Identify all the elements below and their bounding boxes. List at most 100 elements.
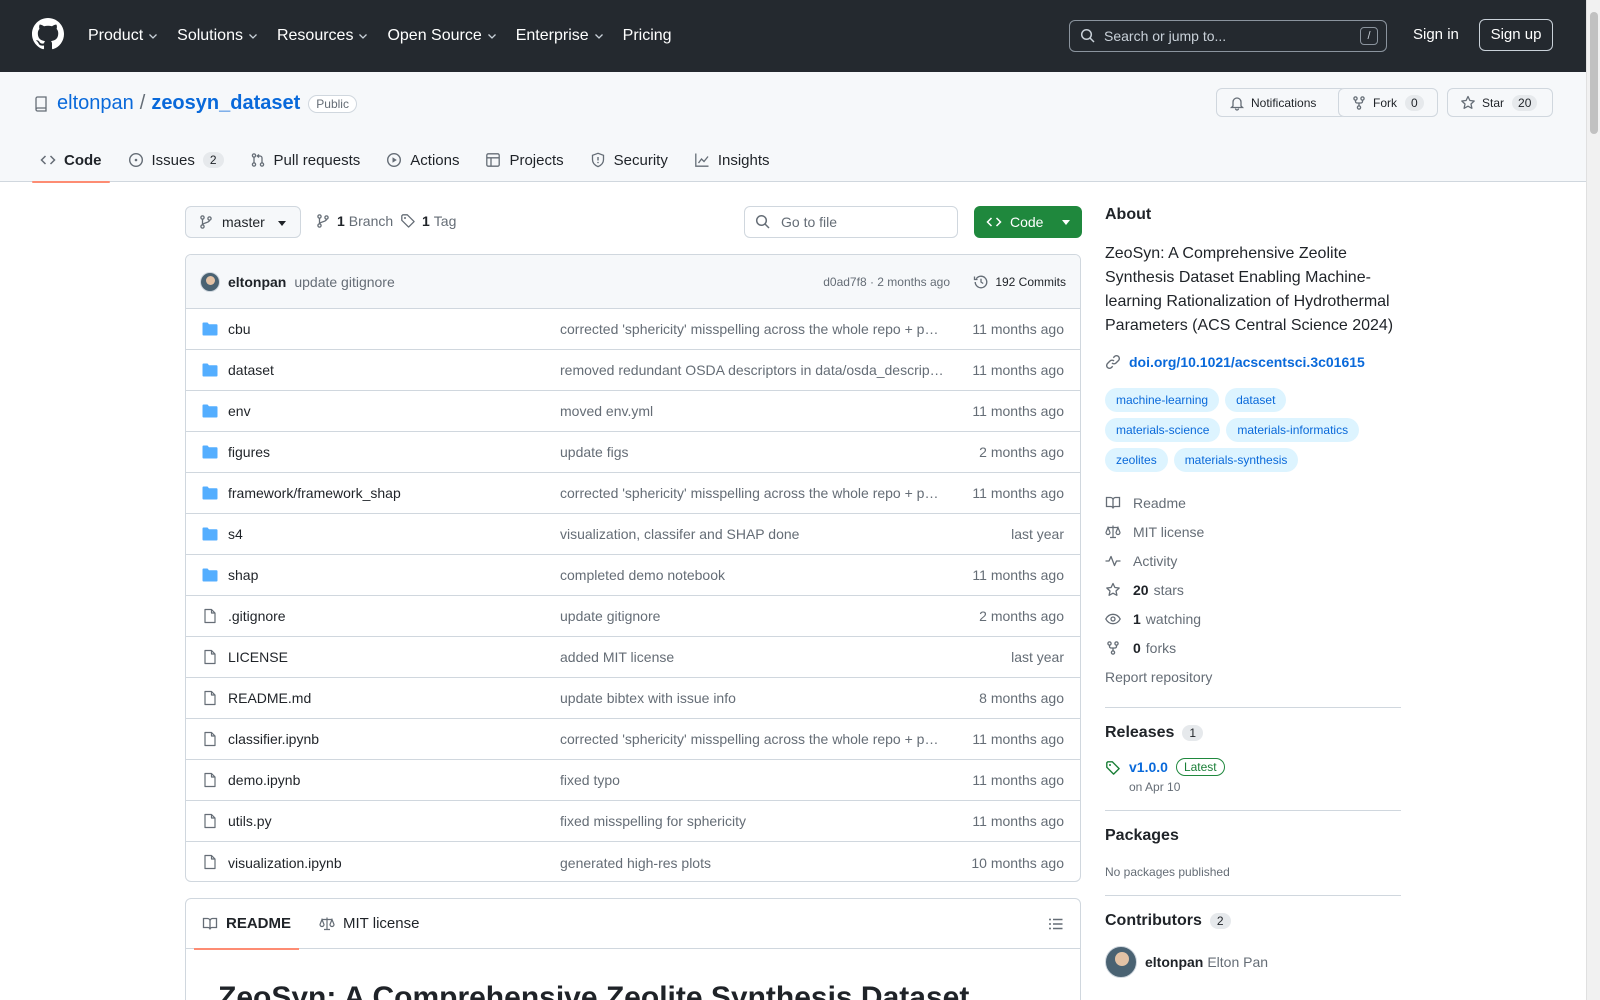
releases-header[interactable]: Releases 1: [1105, 724, 1401, 742]
tab-actions[interactable]: Actions: [378, 138, 467, 182]
file-name-link[interactable]: dataset: [228, 362, 274, 378]
branch-selector[interactable]: master: [185, 206, 301, 238]
file-icon: [204, 608, 216, 624]
code-dropdown-button[interactable]: Code: [974, 206, 1082, 238]
sidebar-link-mit-license[interactable]: MIT license: [1105, 517, 1401, 546]
file-name-link[interactable]: s4: [228, 526, 243, 542]
tab-security[interactable]: Security: [582, 138, 676, 182]
nav-open-source[interactable]: Open Source: [387, 27, 497, 45]
nav-label: Enterprise: [515, 27, 589, 44]
file-commit-message-link[interactable]: visualization, classifer and SHAP done: [560, 526, 945, 542]
file-commit-date: 11 months ago: [972, 813, 1064, 829]
repo-owner-link[interactable]: eltonpan: [57, 92, 134, 115]
tag-icon: [1106, 761, 1120, 775]
nav-resources[interactable]: Resources: [277, 27, 369, 45]
commit-author-link[interactable]: eltonpan: [228, 274, 286, 290]
file-name-link[interactable]: .gitignore: [228, 608, 286, 624]
file-commit-message-link[interactable]: completed demo notebook: [560, 567, 945, 583]
tab-projects[interactable]: Projects: [477, 138, 571, 182]
table-row: LICENSE added MIT license last year: [186, 637, 1080, 678]
file-commit-message-link[interactable]: corrected 'sphericity' misspelling acros…: [560, 321, 945, 337]
homepage-link[interactable]: doi.org/10.1021/acscentsci.3c01615: [1105, 354, 1401, 370]
topic-tag[interactable]: machine-learning: [1105, 388, 1220, 412]
commit-message-link[interactable]: update gitignore: [294, 274, 394, 290]
star-button[interactable]: Star 20: [1447, 88, 1553, 117]
file-rows: cbu corrected 'sphericity' misspelling ac…: [186, 309, 1080, 881]
file-commit-message-link[interactable]: update gitignore: [560, 608, 945, 624]
packages-title[interactable]: Packages: [1105, 827, 1401, 845]
tags-link[interactable]: 1 Tag: [400, 213, 456, 229]
file-name-link[interactable]: figures: [228, 444, 270, 460]
tab-issues[interactable]: Issues 2: [120, 138, 232, 182]
branch-icon: [317, 214, 329, 228]
contributors-header[interactable]: Contributors 2: [1105, 912, 1401, 930]
file-name-link[interactable]: cbu: [228, 321, 251, 337]
file-commit-message-link[interactable]: fixed misspelling for sphericity: [560, 813, 945, 829]
topic-tag[interactable]: zeolites: [1105, 448, 1168, 472]
file-name-link[interactable]: shap: [228, 567, 258, 583]
tab-readme[interactable]: README: [194, 899, 300, 950]
scrollbar-thumb[interactable]: [1590, 12, 1598, 134]
nav-solutions[interactable]: Solutions: [177, 27, 259, 45]
topic-tag[interactable]: dataset: [1225, 388, 1287, 412]
file-name-link[interactable]: framework/framework_shap: [228, 485, 401, 501]
file-name-link[interactable]: visualization.ipynb: [228, 855, 342, 871]
file-commit-message-link[interactable]: corrected 'sphericity' misspelling acros…: [560, 485, 945, 501]
avatar[interactable]: [200, 271, 220, 292]
law-icon: [1105, 525, 1121, 538]
topic-tag[interactable]: materials-science: [1105, 418, 1221, 442]
branches-link[interactable]: 1 Branch: [315, 213, 393, 229]
folder-icon: [202, 568, 218, 582]
list-outline-icon[interactable]: [1048, 916, 1064, 932]
commits-history-link[interactable]: 192 Commits: [973, 274, 1066, 290]
page-scrollbar[interactable]: [1586, 0, 1600, 1000]
topic-tag[interactable]: materials-informatics: [1226, 418, 1360, 442]
file-name-link[interactable]: classifier.ipynb: [228, 731, 319, 747]
sidebar-link-forks[interactable]: 0 forks: [1105, 633, 1401, 662]
sidebar-link-stars[interactable]: 20 stars: [1105, 575, 1401, 604]
tab-insights[interactable]: Insights: [686, 138, 778, 182]
nav-product[interactable]: Product: [88, 27, 159, 45]
file-name-link[interactable]: env: [228, 403, 251, 419]
contributor-item[interactable]: eltonpan Elton Pan: [1105, 946, 1401, 978]
sidebar-link-label: Activity: [1133, 552, 1178, 569]
file-commit-message-link[interactable]: corrected 'sphericity' misspelling acros…: [560, 731, 945, 747]
tab-pull-requests[interactable]: Pull requests: [242, 138, 369, 182]
latest-release[interactable]: v1.0.0 Latest on Apr 10: [1105, 758, 1401, 794]
github-logo-icon[interactable]: [32, 18, 64, 50]
file-name-link[interactable]: utils.py: [228, 813, 272, 829]
notifications-button[interactable]: Notifications: [1216, 88, 1347, 117]
tab-code[interactable]: Code: [32, 138, 110, 183]
file-commit-message-link[interactable]: added MIT license: [560, 649, 945, 665]
folder-icon: [202, 445, 218, 459]
tab-license[interactable]: MIT license: [311, 899, 427, 949]
file-name-link[interactable]: README.md: [228, 690, 311, 706]
report-repository-link[interactable]: Report repository: [1105, 662, 1401, 691]
file-name-link[interactable]: LICENSE: [228, 649, 288, 665]
commit-hash-time[interactable]: d0ad7f8 · 2 months ago: [823, 275, 950, 289]
sidebar-link-activity[interactable]: Activity: [1105, 546, 1401, 575]
sign-in-link[interactable]: Sign in: [1413, 26, 1459, 43]
file-commit-message-link[interactable]: removed redundant OSDA descriptors in da…: [560, 362, 945, 378]
sign-up-button[interactable]: Sign up: [1479, 19, 1553, 51]
nav-pricing[interactable]: Pricing: [623, 27, 672, 45]
fork-button[interactable]: Fork 0: [1338, 88, 1438, 117]
file-commit-message-link[interactable]: update bibtex with issue info: [560, 690, 945, 706]
topic-tag[interactable]: materials-synthesis: [1173, 448, 1299, 472]
global-search-input[interactable]: Search or jump to... /: [1069, 20, 1387, 52]
file-commit-message-link[interactable]: update figs: [560, 444, 945, 460]
repo-name-link[interactable]: zeosyn_dataset: [151, 92, 300, 115]
book-icon: [1105, 496, 1121, 509]
table-row: dataset removed redundant OSDA descriptor…: [186, 350, 1080, 391]
play-icon: [387, 152, 402, 168]
go-to-file-input[interactable]: Go to file: [744, 206, 958, 238]
sidebar-link-readme[interactable]: Readme: [1105, 488, 1401, 517]
file-commit-message-link[interactable]: fixed typo: [560, 772, 945, 788]
nav-enterprise[interactable]: Enterprise: [516, 27, 605, 45]
topics-list: machine-learning dataset materials-science…: [1105, 388, 1401, 478]
branches-count: 1: [337, 213, 345, 229]
file-name-link[interactable]: demo.ipynb: [228, 772, 300, 788]
file-commit-message-link[interactable]: generated high-res plots: [560, 855, 945, 871]
file-commit-message-link[interactable]: moved env.yml: [560, 403, 945, 419]
sidebar-link-watching[interactable]: 1 watching: [1105, 604, 1401, 633]
